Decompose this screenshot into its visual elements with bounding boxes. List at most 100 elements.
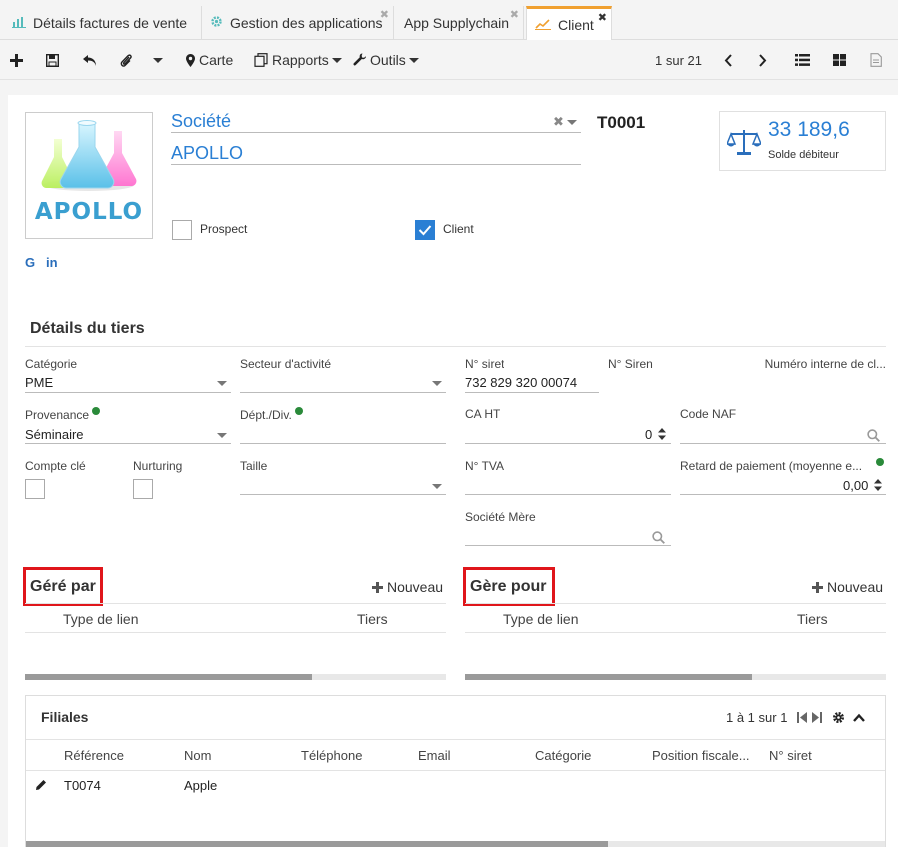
compte-cle-checkbox[interactable] [25,479,45,499]
previous-button[interactable] [724,49,733,71]
spinner-icon[interactable] [874,479,882,491]
linkedin-icon[interactable]: in [46,255,58,270]
add-button[interactable] [10,49,23,71]
column-header[interactable]: Nom [184,748,211,763]
info-icon [294,407,303,415]
spinner-icon[interactable] [658,428,666,440]
column-header-tiers[interactable]: Tiers [797,611,828,627]
retard-underline [680,494,886,495]
gere-pour-new-button[interactable]: Nouveau [812,579,883,595]
societe-label: Société [171,111,232,131]
attachment-button[interactable] [119,49,133,71]
close-icon[interactable]: ✖ [380,8,389,21]
caret-down-icon[interactable] [432,484,442,489]
column-header-type-lien[interactable]: Type de lien [63,611,139,627]
horizontal-scrollbar[interactable] [25,674,446,680]
tab-details-factures[interactable]: Détails factures de vente [4,6,202,40]
first-page-icon[interactable] [797,712,807,723]
column-header[interactable]: Téléphone [301,748,362,763]
gear-icon [210,15,223,31]
table-row[interactable]: T0074 Apple [26,770,885,800]
caret-down-icon[interactable] [217,433,227,438]
paperclip-icon [120,53,132,67]
outils-dropdown[interactable]: Outils [353,49,419,71]
prospect-checkbox[interactable] [172,220,192,240]
column-header[interactable]: N° siret [769,748,812,763]
siret-input[interactable]: 732 829 320 00074 [465,375,577,390]
naf-input[interactable] [680,443,886,444]
gear-icon[interactable] [832,711,845,724]
categorie-select[interactable]: PME [25,375,53,390]
close-icon[interactable]: ✖ [510,8,519,21]
societe-mere-input[interactable] [465,545,671,546]
provenance-underline [25,443,231,444]
undo-button[interactable] [82,49,98,71]
ca-input[interactable]: 0 [645,427,652,442]
search-icon[interactable] [867,429,880,442]
form-view-button[interactable] [870,49,882,71]
column-header[interactable]: Catégorie [535,748,591,763]
taille-select[interactable] [240,494,446,495]
clear-icon[interactable]: ✖ [553,114,564,130]
tab-app-supplychain[interactable]: App Supplychain ✖ [394,6,524,40]
info-icon [876,458,884,466]
dept-input[interactable] [240,443,446,444]
tab-client[interactable]: Client ✖ [526,6,612,41]
gere-par-new-button[interactable]: Nouveau [372,579,443,595]
column-header[interactable]: Email [418,748,451,763]
naf-label: Code NAF [680,407,737,421]
column-header-type-lien[interactable]: Type de lien [503,611,579,627]
balance-label: Solde débiteur [768,149,839,161]
company-logo[interactable]: APOLLO [25,112,153,239]
grid-view-button[interactable] [833,49,846,71]
last-page-icon[interactable] [812,712,822,723]
retard-label: Retard de paiement (moyenne e... [680,459,863,473]
ca-underline [465,443,671,444]
tab-gestion-applications[interactable]: Gestion des applications ✖ [202,6,394,40]
column-header[interactable]: Position fiscale... [652,748,750,763]
horizontal-scrollbar[interactable] [465,674,886,680]
secteur-select[interactable] [240,392,446,393]
nurturing-checkbox[interactable] [133,479,153,499]
save-button[interactable] [46,49,59,71]
horizontal-scrollbar[interactable] [26,841,885,847]
bar-chart-icon [12,16,26,31]
prospect-label: Prospect [200,222,248,236]
grid-icon [833,54,846,66]
siret-label: N° siret [465,357,505,371]
carte-button[interactable]: Carte [186,49,233,71]
tva-input[interactable] [465,494,671,495]
next-button[interactable] [758,49,767,71]
list-view-button[interactable] [795,49,810,71]
nouveau-label: Nouveau [827,579,884,595]
search-icon[interactable] [652,531,665,544]
tab-label: Client [558,17,594,33]
balance-value: 33 189,6 [768,118,850,141]
rapports-dropdown[interactable]: Rapports [254,49,342,71]
close-icon[interactable]: ✖ [598,11,607,24]
provenance-select[interactable]: Séminaire [25,427,84,442]
map-marker-icon [186,53,195,67]
plus-icon [372,581,383,593]
google-icon[interactable]: G [25,255,35,270]
balance-scale-icon [727,130,761,155]
pencil-icon[interactable] [35,779,47,791]
caret-down-icon[interactable] [432,381,442,386]
balance-card[interactable]: 33 189,6 Solde débiteur [719,111,886,171]
wrench-icon [353,53,366,66]
more-dropdown[interactable] [153,49,163,71]
caret-down-icon [331,57,342,63]
name-underline [171,164,581,165]
column-header-tiers[interactable]: Tiers [357,611,388,627]
info-icon [92,407,101,415]
retard-input[interactable]: 0,00 [843,478,868,493]
caret-down-icon[interactable] [567,120,577,125]
tva-label: N° TVA [465,459,505,473]
secteur-label: Secteur d'activité [240,357,332,371]
undo-icon [83,54,96,66]
caret-down-icon[interactable] [217,381,227,386]
company-name-field[interactable]: APOLLO [171,143,243,164]
column-header[interactable]: Référence [64,748,124,763]
chevron-up-icon[interactable] [853,713,865,722]
client-checkbox[interactable] [415,220,435,240]
